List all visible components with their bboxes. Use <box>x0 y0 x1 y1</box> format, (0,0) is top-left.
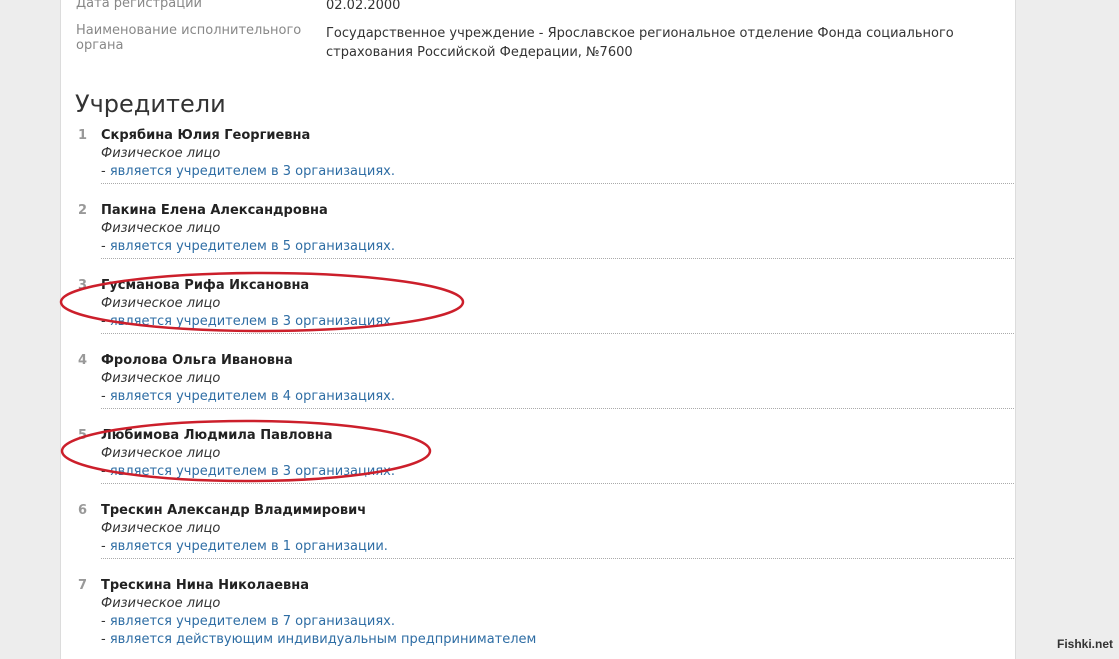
founder-number: 4 <box>78 353 88 368</box>
founder-name: Любимова Людмила Павловна <box>101 428 333 443</box>
founder-name: Фролова Ольга Ивановна <box>101 353 293 368</box>
founder-item: 7 Трескина Нина Николаевна Физическое лицо… <box>76 577 1014 652</box>
founder-details: Пакина Елена Александровна Физическое лиц… <box>101 202 1014 259</box>
founder-relation-line: - является учредителем в 5 организациях. <box>101 238 1014 256</box>
founder-type: Физическое лицо <box>101 296 221 311</box>
founder-number: 7 <box>78 578 88 593</box>
founder-item: 5 Любимова Людмила Павловна Физическое лиц… <box>76 427 1014 502</box>
founder-details: Гусманова Рифа Иксановна Физическое лицо -… <box>101 277 1014 334</box>
founder-relation-prefix: - <box>101 464 110 479</box>
founder-number: 3 <box>78 278 88 293</box>
founder-relation-prefix: - <box>101 314 110 329</box>
registration-date-label: Дата регистрации <box>76 0 203 11</box>
executive-body-value: Государственное учреждение - Ярославское… <box>326 26 954 60</box>
founder-relation-line: - является учредителем в 7 организациях. <box>101 613 1014 631</box>
founder-type: Физическое лицо <box>101 446 221 461</box>
founder-name: Пакина Елена Александровна <box>101 203 328 218</box>
founder-type: Физическое лицо <box>101 221 221 236</box>
founder-relation-link[interactable]: является действующим индивидуальным пред… <box>110 632 537 647</box>
founder-relation-line: - является действующим индивидуальным пр… <box>101 631 1014 649</box>
founder-item: 3 Гусманова Рифа Иксановна Физическое лицо… <box>76 277 1014 352</box>
founder-number: 1 <box>78 128 88 143</box>
founder-relation-link[interactable]: является учредителем в 7 организациях. <box>110 614 395 629</box>
founder-relation-link[interactable]: является учредителем в 3 организациях. <box>110 464 395 479</box>
founder-item: 2 Пакина Елена Александровна Физическое ли… <box>76 202 1014 277</box>
founder-relation-link[interactable]: является учредителем в 4 организациях. <box>110 389 395 404</box>
founder-relation-link[interactable]: является учредителем в 3 организациях. <box>110 314 395 329</box>
founder-relation-prefix: - <box>101 614 110 629</box>
founder-relation-link[interactable]: является учредителем в 3 организациях. <box>110 164 395 179</box>
founder-details: Трескина Нина Николаевна Физическое лицо -… <box>101 577 1014 647</box>
founder-relation-prefix: - <box>101 539 110 554</box>
registration-date-value: 02.02.2000 <box>326 0 401 13</box>
founder-relation-line: - является учредителем в 4 организациях. <box>101 388 1014 406</box>
founder-details: Фролова Ольга Ивановна Физическое лицо - я… <box>101 352 1014 409</box>
founder-item: 6 Трескин Александр Владимирович Физическо… <box>76 502 1014 577</box>
founder-relation-prefix: - <box>101 164 110 179</box>
founder-relation-line: - является учредителем в 3 организациях. <box>101 163 1014 181</box>
founder-type: Физическое лицо <box>101 596 221 611</box>
company-card: Дата регистрации 02.02.2000 Наименование… <box>60 0 1016 659</box>
founder-relation-link[interactable]: является учредителем в 5 организациях. <box>110 239 395 254</box>
founder-type: Физическое лицо <box>101 371 221 386</box>
founder-relation-line: - является учредителем в 3 организациях. <box>101 463 1014 481</box>
founder-details: Трескин Александр Владимирович Физическое… <box>101 502 1014 559</box>
founder-item: 4 Фролова Ольга Ивановна Физическое лицо - … <box>76 352 1014 427</box>
founder-type: Физическое лицо <box>101 146 221 161</box>
founder-name: Трескина Нина Николаевна <box>101 578 310 593</box>
founder-name: Скрябина Юлия Георгиевна <box>101 128 311 143</box>
founder-relation-prefix: - <box>101 632 110 647</box>
founder-type: Физическое лицо <box>101 521 221 536</box>
founder-name: Трескин Александр Владимирович <box>101 503 367 518</box>
founder-relation-prefix: - <box>101 389 110 404</box>
founder-item: 1 Скрябина Юлия Георгиевна Физическое лицо… <box>76 127 1014 202</box>
founder-details: Любимова Людмила Павловна Физическое лицо… <box>101 427 1014 484</box>
founder-relation-prefix: - <box>101 239 110 254</box>
founder-number: 5 <box>78 428 88 443</box>
founder-relation-line: - является учредителем в 1 организации. <box>101 538 1014 556</box>
founder-number: 6 <box>78 503 88 518</box>
founder-details: Скрябина Юлия Георгиевна Физическое лицо -… <box>101 127 1014 184</box>
founder-name: Гусманова Рифа Иксановна <box>101 278 310 293</box>
founder-number: 2 <box>78 203 88 218</box>
section-title-founders: Учредители <box>75 90 226 118</box>
watermark: Fishki.net <box>1056 637 1113 651</box>
founder-relation-link[interactable]: является учредителем в 1 организации. <box>110 539 388 554</box>
executive-body-label: Наименование исполнительного органа <box>76 23 302 53</box>
founder-relation-line: - является учредителем в 3 организациях. <box>101 313 1014 331</box>
